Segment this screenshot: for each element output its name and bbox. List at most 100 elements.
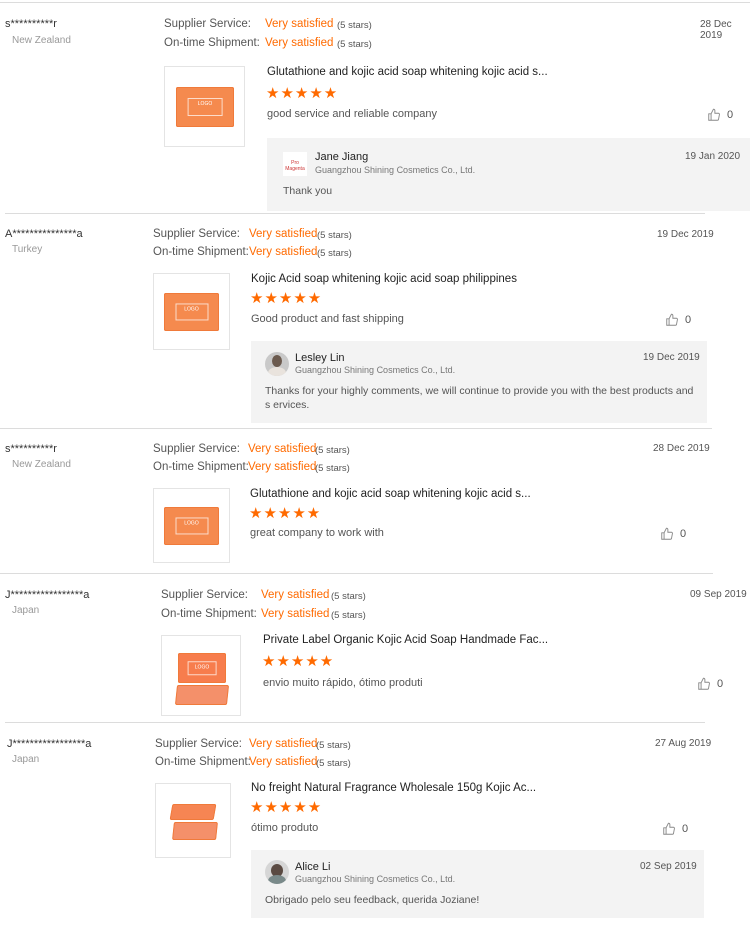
soap-image-top: LOGO — [178, 653, 226, 683]
like-button[interactable]: 0 — [697, 677, 723, 691]
soap-image-top — [169, 804, 217, 820]
product-title-link[interactable]: No freight Natural Fragrance Wholesale 1… — [251, 782, 536, 794]
buyer-name: s**********r — [5, 18, 57, 30]
supplier-service-stars: (5 stars) — [315, 445, 350, 456]
product-title-link[interactable]: Glutathione and kojic acid soap whitenin… — [267, 66, 548, 78]
thumbs-up-icon — [708, 108, 720, 121]
supplier-reply: Lesley Lin Guangzhou Shining Cosmetics C… — [251, 341, 707, 423]
like-count: 0 — [727, 109, 734, 121]
reply-date: 19 Jan 2020 — [685, 151, 741, 162]
soap-image: LOGO — [164, 293, 219, 331]
ontime-shipment-label: On-time Shipment: — [161, 608, 257, 620]
buyer-country: Turkey — [12, 244, 43, 255]
product-thumbnail[interactable]: LOGO — [153, 488, 230, 563]
reply-author-name: Jane Jiang — [315, 151, 369, 163]
ontime-shipment-stars: (5 stars) — [316, 758, 351, 769]
supplier-brand-logo: Pro Magenta — [283, 152, 307, 176]
supplier-service-value: Very satisfied — [249, 738, 318, 750]
review-divider — [5, 213, 705, 214]
product-thumbnail[interactable]: LOGO — [164, 66, 245, 147]
reply-text: Obrigado pelo seu feedback, querida Jozi… — [265, 894, 480, 906]
ontime-shipment-value: Very satisfied — [249, 246, 318, 258]
avatar-person-icon — [272, 355, 282, 367]
review-date: 19 Dec 2019 — [657, 229, 714, 240]
thumbs-up-icon — [661, 527, 673, 540]
ontime-shipment-stars: (5 stars) — [331, 610, 366, 621]
reply-text: Thanks for your highly comments, we will… — [265, 385, 694, 411]
ontime-shipment-value: Very satisfied — [248, 461, 317, 473]
supplier-service-value: Very satisfied — [265, 18, 334, 30]
review-comment: envio muito rápido, ótimo produti — [263, 677, 423, 689]
reply-company: Guangzhou Shining Cosmetics Co., Ltd. — [295, 365, 456, 375]
review-divider — [0, 428, 712, 429]
review-date: 28 Dec 2019 — [653, 443, 710, 454]
supplier-service-label: Supplier Service: — [164, 18, 251, 30]
like-count: 0 — [682, 823, 689, 835]
supplier-reply: Alice Li Guangzhou Shining Cosmetics Co.… — [251, 850, 704, 918]
soap-image: LOGO — [176, 87, 234, 127]
star-rating: ★★★★★ — [266, 85, 339, 102]
soap-image-bottom — [172, 822, 218, 840]
supplier-service-value: Very satisfied — [261, 589, 330, 601]
reply-author-name: Alice Li — [295, 861, 331, 873]
thumbs-up-icon — [698, 677, 710, 690]
supplier-service-value: Very satisfied — [249, 228, 318, 240]
avatar-body-icon — [268, 367, 286, 376]
product-thumbnail[interactable] — [155, 783, 231, 858]
reply-company: Guangzhou Shining Cosmetics Co., Ltd. — [295, 874, 456, 884]
review-divider — [5, 722, 705, 723]
soap-image-bottom — [174, 685, 230, 705]
supplier-service-stars: (5 stars) — [317, 230, 352, 241]
review-comment: ótimo produto — [251, 822, 319, 834]
supplier-service-label: Supplier Service: — [161, 589, 248, 601]
soap-logo: LOGO — [175, 517, 208, 535]
ontime-shipment-label: On-time Shipment: — [164, 37, 260, 49]
buyer-name: J*****************a — [7, 738, 92, 750]
reply-author-name: Lesley Lin — [295, 352, 345, 364]
soap-logo: LOGO — [175, 303, 208, 321]
ontime-shipment-stars: (5 stars) — [317, 248, 352, 259]
review-divider — [0, 573, 713, 574]
reply-text: Thank you — [283, 185, 333, 197]
supplier-reply: Pro Magenta Jane Jiang Guangzhou Shining… — [267, 138, 750, 211]
supplier-service-stars: (5 stars) — [337, 20, 372, 31]
ontime-shipment-label: On-time Shipment: — [153, 246, 249, 258]
reply-author-avatar — [265, 860, 289, 884]
like-count: 0 — [717, 678, 724, 690]
reply-author-avatar — [265, 352, 289, 376]
avatar-body-icon — [268, 875, 286, 884]
supplier-service-stars: (5 stars) — [316, 740, 351, 751]
review-comment: great company to work with — [250, 527, 384, 539]
product-title-link[interactable]: Private Label Organic Kojic Acid Soap Ha… — [263, 634, 548, 646]
review-comment: Good product and fast shipping — [251, 313, 404, 325]
buyer-name: J*****************a — [5, 589, 90, 601]
product-title-link[interactable]: Kojic Acid soap whitening kojic acid soa… — [251, 273, 517, 285]
review-date: 28 Dec 2019 — [700, 19, 732, 41]
supplier-service-label: Supplier Service: — [153, 443, 240, 455]
review-comment: good service and reliable company — [267, 108, 437, 120]
like-button[interactable]: 0 — [707, 108, 733, 122]
like-count: 0 — [685, 314, 692, 326]
like-button[interactable]: 0 — [662, 822, 688, 836]
product-thumbnail[interactable]: LOGO — [153, 273, 230, 350]
reply-date: 19 Dec 2019 — [643, 352, 700, 363]
ontime-shipment-label: On-time Shipment: — [155, 756, 251, 768]
star-rating: ★★★★★ — [250, 290, 323, 307]
review-date: 09 Sep 2019 — [690, 589, 747, 600]
buyer-name: A***************a — [5, 228, 83, 240]
buyer-country: Japan — [12, 754, 40, 765]
buyer-country: New Zealand — [12, 35, 71, 46]
supplier-service-stars: (5 stars) — [331, 591, 366, 602]
product-title-link[interactable]: Glutathione and kojic acid soap whitenin… — [250, 488, 531, 500]
buyer-country: New Zealand — [12, 459, 71, 470]
like-button[interactable]: 0 — [660, 527, 686, 541]
reply-date: 02 Sep 2019 — [640, 861, 697, 872]
thumbs-up-icon — [663, 822, 675, 835]
review-divider — [0, 2, 750, 3]
product-thumbnail[interactable]: LOGO — [161, 635, 241, 716]
like-button[interactable]: 0 — [665, 313, 691, 327]
ontime-shipment-value: Very satisfied — [249, 756, 318, 768]
ontime-shipment-stars: (5 stars) — [337, 39, 372, 50]
thumbs-up-icon — [666, 313, 678, 326]
like-count: 0 — [680, 528, 687, 540]
